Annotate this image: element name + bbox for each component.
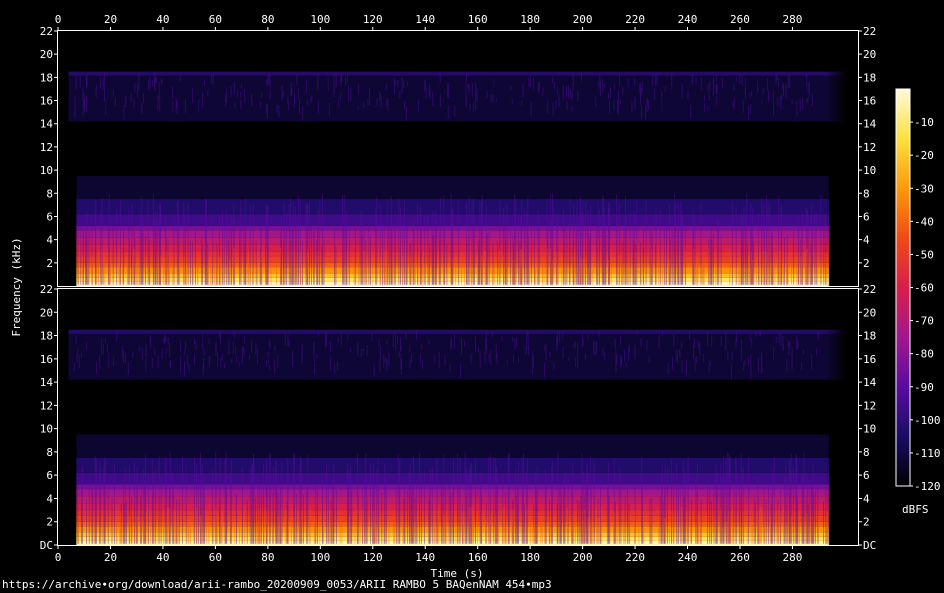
colorbar-tick-label: -40 <box>914 215 934 228</box>
y-tick-label-left: 18 <box>40 71 53 84</box>
spectrogram-panel-lower <box>58 289 858 545</box>
x-tick-label-bottom: 180 <box>520 551 540 564</box>
colorbar-tick-label: -70 <box>914 315 934 328</box>
y-tick-label-right: 20 <box>863 306 876 319</box>
x-tick-label-top: 100 <box>310 13 330 26</box>
x-tick-label-top: 20 <box>104 13 117 26</box>
x-tick-label-bottom: 40 <box>156 551 169 564</box>
x-tick-label-top: 60 <box>209 13 222 26</box>
x-tick-label-top: 200 <box>573 13 593 26</box>
y-tick-label-right: 6 <box>863 469 870 482</box>
y-tick-label-right: 4 <box>863 492 870 505</box>
y-tick-label-left: 22 <box>40 25 53 38</box>
y-tick-label-left: 2 <box>46 257 53 270</box>
y-tick-label-left: 14 <box>40 118 54 131</box>
y-tick-label-right: 2 <box>863 516 870 529</box>
colorbar-tick-label: -50 <box>914 248 934 261</box>
y-tick-label-right: 22 <box>863 25 876 38</box>
y-tick-label-right: 8 <box>863 187 870 200</box>
y-tick-label-left: 16 <box>40 353 53 366</box>
y-tick-label-left: 8 <box>46 187 53 200</box>
colorbar-tick-label: -60 <box>914 282 934 295</box>
x-tick-label-bottom: 120 <box>363 551 383 564</box>
colorbar-gradient <box>895 88 911 487</box>
y-tick-label-right: 6 <box>863 210 870 223</box>
x-tick-label-top: 240 <box>678 13 698 26</box>
x-tick-label-top: 160 <box>468 13 488 26</box>
colorbar-tick-label: -100 <box>914 414 941 427</box>
x-tick-label-bottom: 20 <box>104 551 117 564</box>
colorbar-tick-label: -20 <box>914 149 934 162</box>
y-tick-label-right: 10 <box>863 423 876 436</box>
y-tick-label-left: 10 <box>40 423 53 436</box>
x-tick-label-top: 120 <box>363 13 383 26</box>
y-tick-label-right: 16 <box>863 353 876 366</box>
y-tick-label-right: 18 <box>863 71 876 84</box>
y-tick-label-right: 4 <box>863 234 870 247</box>
spectrogram-panel-upper <box>58 31 858 286</box>
x-tick-label-bottom: 60 <box>209 551 222 564</box>
y-tick-label-left: 20 <box>40 48 53 61</box>
x-tick-label-bottom: 140 <box>415 551 435 564</box>
colorbar: -10 -20 -30 -40 -50 -60 -70 -80 -90 -100 -110 -120 <box>895 88 941 493</box>
y-tick-label-right: 16 <box>863 95 876 108</box>
x-tick-label-bottom: 260 <box>730 551 750 564</box>
y-tick-label-right: 2 <box>863 257 870 270</box>
colorbar-tick-label: -80 <box>914 348 934 361</box>
y-tick-label-left: DC <box>40 539 53 552</box>
x-tick-label-bottom: 160 <box>468 551 488 564</box>
x-tick-label-bottom: 220 <box>625 551 645 564</box>
y-tick-label-left: 20 <box>40 306 53 319</box>
x-tick-label-bottom: 280 <box>782 551 802 564</box>
x-tick-label-bottom: 80 <box>261 551 274 564</box>
x-tick-label-top: 180 <box>520 13 540 26</box>
x-tick-label-top: 280 <box>782 13 802 26</box>
x-tick-label-bottom: 0 <box>55 551 62 564</box>
colorbar-tick-label: -90 <box>914 381 934 394</box>
x-tick-label-top: 260 <box>730 13 750 26</box>
colorbar-label: dBFS <box>902 503 929 516</box>
x-tick-label-top: 40 <box>156 13 169 26</box>
x-tick-label-top: 80 <box>261 13 274 26</box>
y-tick-label-left: 22 <box>40 283 53 296</box>
y-tick-label-right: 8 <box>863 446 870 459</box>
source-url: https://archive∙org/download/arii-rambo_… <box>2 578 552 591</box>
y-tick-label-left: 6 <box>46 469 53 482</box>
colorbar-tick-label: -110 <box>914 447 941 460</box>
y-axis-title: Frequency (kHz) <box>10 237 23 336</box>
x-tick-label-top: 220 <box>625 13 645 26</box>
y-tick-label-right: 10 <box>863 164 876 177</box>
x-tick-label-top: 140 <box>415 13 435 26</box>
y-tick-label-left: 8 <box>46 446 53 459</box>
y-tick-label-left: 10 <box>40 164 53 177</box>
y-tick-label-right: 14 <box>863 118 877 131</box>
y-tick-label-right: DC <box>863 539 876 552</box>
y-tick-label-right: 18 <box>863 330 876 343</box>
y-tick-label-right: 20 <box>863 48 876 61</box>
y-tick-label-right: 22 <box>863 283 876 296</box>
x-tick-label-top: 0 <box>55 13 62 26</box>
y-tick-label-left: 14 <box>40 376 54 389</box>
colorbar-tick-label: -30 <box>914 182 934 195</box>
colorbar-tick-label: -120 <box>914 480 941 493</box>
y-tick-label-left: 4 <box>46 492 53 505</box>
y-tick-label-left: 12 <box>40 141 53 154</box>
x-tick-label-bottom: 200 <box>573 551 593 564</box>
x-tick-label-bottom: 240 <box>678 551 698 564</box>
y-tick-label-left: 12 <box>40 399 53 412</box>
spectrogram-figure: 246810121416182022246810121416182022DC24… <box>10 13 941 580</box>
y-tick-label-left: 16 <box>40 95 53 108</box>
y-tick-label-right: 12 <box>863 399 876 412</box>
y-tick-label-right: 12 <box>863 141 876 154</box>
y-tick-label-right: 14 <box>863 376 877 389</box>
y-tick-label-left: 6 <box>46 210 53 223</box>
y-tick-label-left: 18 <box>40 330 53 343</box>
x-tick-label-bottom: 100 <box>310 551 330 564</box>
y-tick-label-left: 2 <box>46 516 53 529</box>
colorbar-tick-label: -10 <box>914 116 934 129</box>
y-tick-label-left: 4 <box>46 234 53 247</box>
